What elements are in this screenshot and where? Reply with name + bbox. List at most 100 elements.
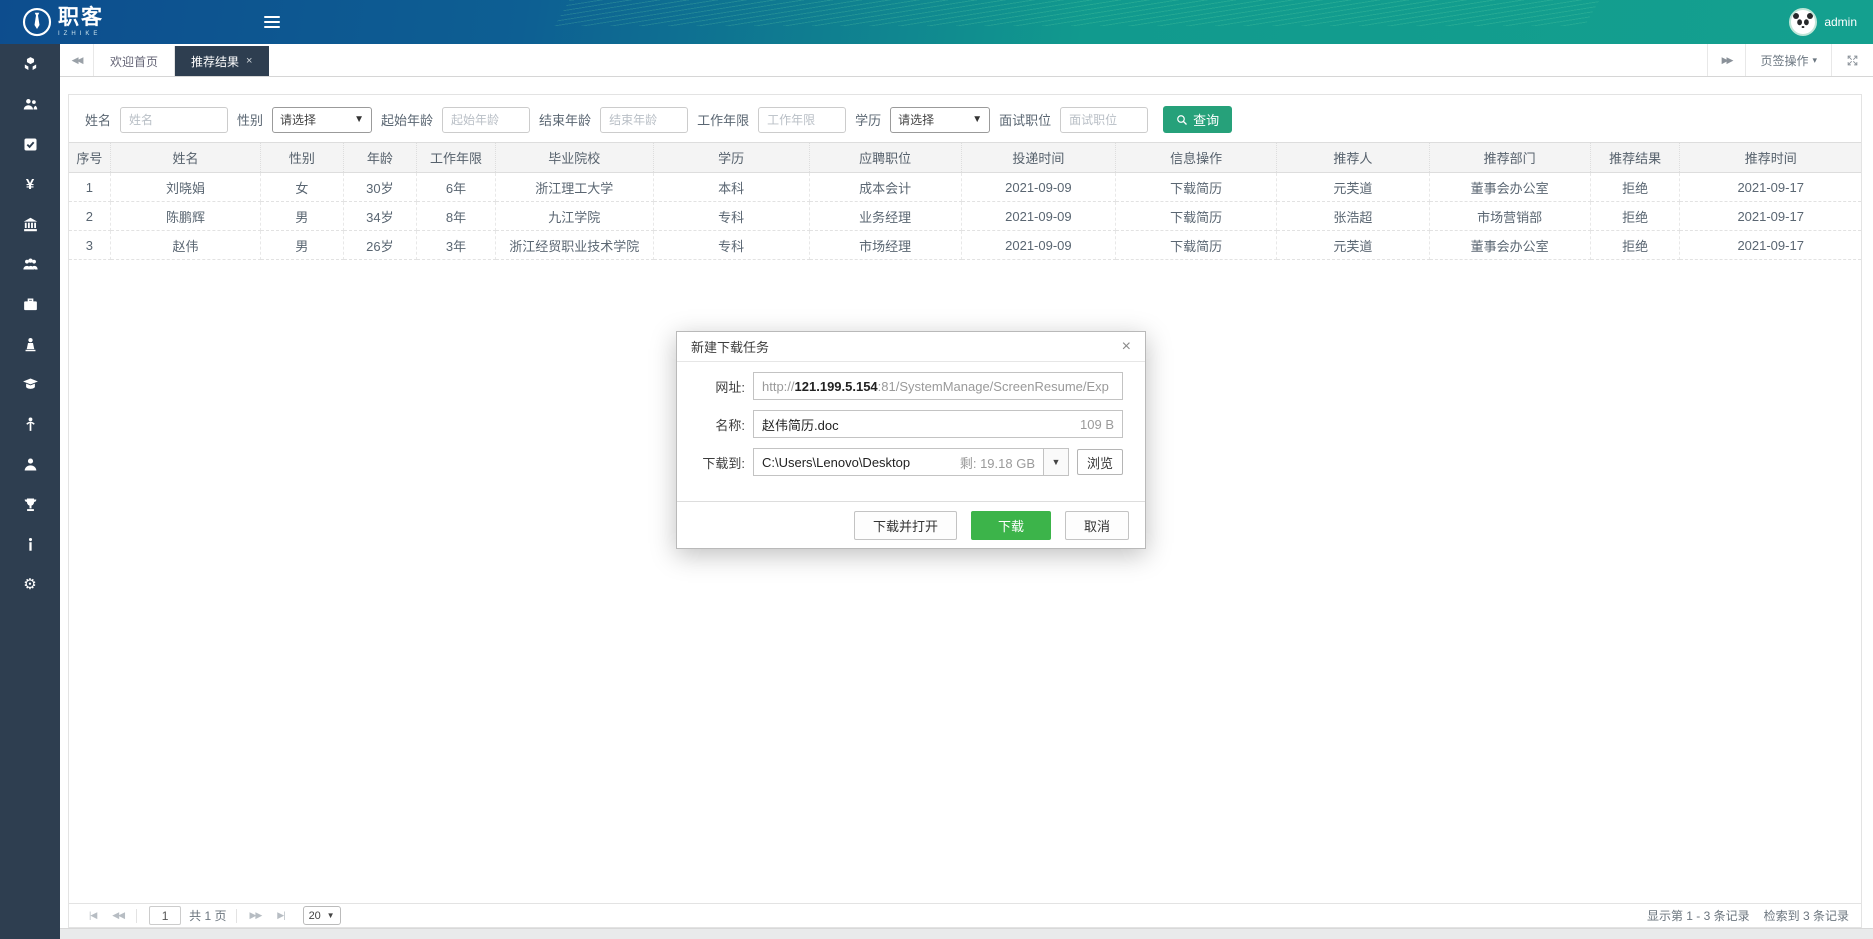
table-header-row: 序号姓名性别年龄工作年限毕业院校学历应聘职位投递时间信息操作推荐人推荐部门推荐结… [69, 143, 1861, 173]
users-icon [22, 96, 39, 113]
download-resume-link[interactable]: 下载简历 [1115, 173, 1276, 202]
sidebar-item-person-arms-icon[interactable] [0, 404, 60, 444]
yen-icon: ¥ [26, 177, 34, 192]
bank-icon [22, 216, 39, 233]
sidebar-item-users-icon[interactable] [0, 84, 60, 124]
browse-button[interactable]: 浏览 [1077, 449, 1123, 475]
table-cell: 元芙道 [1277, 231, 1429, 260]
download-button[interactable]: 下载 [971, 511, 1051, 540]
table-cell: 浙江理工大学 [495, 173, 653, 202]
tab-bar: ◀◀ 欢迎首页 推荐结果 × ▶▶ 页签操作 ▾ [60, 44, 1873, 77]
download-resume-link[interactable]: 下载简历 [1115, 231, 1276, 260]
sidebar-nav: ¥⚙ [0, 44, 60, 939]
url-host: 121.199.5.154 [795, 379, 878, 394]
education-select[interactable]: 请选择 ▼ [890, 107, 990, 133]
filter-label-start-age: 起始年龄 [381, 110, 433, 129]
name-filter-input[interactable] [120, 107, 228, 133]
gender-select-value: 请选择 [280, 111, 316, 128]
tab-recommend-results[interactable]: 推荐结果 × [175, 46, 269, 76]
filter-label-interview-position: 面试职位 [999, 110, 1051, 129]
table-cell: 2021-09-09 [961, 202, 1115, 231]
sidebar-item-check-square-icon[interactable] [0, 124, 60, 164]
column-header: 推荐部门 [1429, 143, 1590, 173]
sidebar-item-trophy-icon[interactable] [0, 484, 60, 524]
destination-input[interactable]: C:\Users\Lenovo\Desktop 剩: 19.18 GB [753, 448, 1043, 476]
briefcase-icon [22, 296, 39, 313]
end-age-input[interactable] [600, 107, 688, 133]
sidebar-item-user-icon[interactable] [0, 444, 60, 484]
dialog-title: 新建下载任务 [691, 337, 769, 356]
prev-page-icon[interactable]: ◀◀ [104, 910, 132, 921]
download-and-open-button[interactable]: 下载并打开 [854, 511, 957, 540]
tie-logo-icon [22, 7, 52, 37]
username-label[interactable]: admin [1824, 15, 1857, 29]
sidebar-item-info-icon[interactable] [0, 524, 60, 564]
work-years-input[interactable] [758, 107, 846, 133]
start-age-input[interactable] [442, 107, 530, 133]
first-page-icon[interactable]: |◀ [81, 910, 104, 921]
sidebar-item-cubes-icon[interactable] [0, 44, 60, 84]
interview-position-input[interactable] [1060, 107, 1148, 133]
table-cell: 浙江经贸职业技术学院 [495, 231, 653, 260]
table-cell: 市场经理 [809, 231, 961, 260]
table-cell: 刘晓娟 [110, 173, 261, 202]
destination-dropdown-icon[interactable]: ▼ [1043, 448, 1069, 476]
filename-input[interactable]: 赵伟简历.doc 109 B [753, 410, 1123, 438]
table-cell: 专科 [653, 202, 809, 231]
table-cell: 8年 [417, 202, 496, 231]
gears-icon: ⚙ [23, 577, 36, 592]
dialog-close-icon[interactable]: × [1122, 339, 1131, 355]
sidebar-item-team-icon[interactable] [0, 244, 60, 284]
scroll-tabs-right-icon[interactable]: ▶▶ [1707, 44, 1746, 76]
panda-avatar-icon [1791, 10, 1815, 34]
table-cell: 女 [261, 173, 343, 202]
column-header: 推荐人 [1277, 143, 1429, 173]
records-summary: 显示第 1 - 3 条记录 [1647, 907, 1750, 924]
column-header: 应聘职位 [809, 143, 961, 173]
search-button-label: 查询 [1193, 110, 1219, 129]
table-cell: 拒绝 [1590, 202, 1680, 231]
menu-toggle-icon[interactable] [264, 13, 280, 31]
table-cell: 市场营销部 [1429, 202, 1590, 231]
url-input[interactable]: http://121.199.5.154:81/SystemManage/Scr… [753, 372, 1123, 400]
scroll-tabs-left-icon[interactable]: ◀◀ [60, 44, 94, 76]
tab-operations-dropdown[interactable]: 页签操作 ▾ [1745, 44, 1831, 76]
logo-subtext: IZHIKE [58, 31, 104, 37]
download-resume-link[interactable]: 下载简历 [1115, 202, 1276, 231]
filename-value: 赵伟简历.doc [762, 415, 839, 434]
table-row: 2陈鹏辉男34岁8年九江学院专科业务经理2021-09-09下载简历张浩超市场营… [69, 202, 1861, 231]
sidebar-item-graduation-cap-icon[interactable] [0, 364, 60, 404]
page-size-value: 20 [309, 910, 321, 922]
table-cell: 3年 [417, 231, 496, 260]
table-cell: 2021-09-09 [961, 231, 1115, 260]
page-number-input[interactable] [149, 906, 181, 925]
close-tab-icon[interactable]: × [246, 55, 252, 67]
logo-text: 职客 [58, 7, 104, 28]
avatar[interactable] [1789, 8, 1817, 36]
file-size-label: 109 B [1080, 417, 1114, 432]
table-cell: 2 [69, 202, 110, 231]
sidebar-item-speaker-icon[interactable] [0, 324, 60, 364]
dialog-footer: 下载并打开 下载 取消 [677, 501, 1145, 548]
sidebar-item-briefcase-icon[interactable] [0, 284, 60, 324]
url-label: 网址: [677, 377, 753, 396]
sidebar-item-yen-icon[interactable]: ¥ [0, 164, 60, 204]
filter-label-work-years: 工作年限 [697, 110, 749, 129]
tab-operations-label: 页签操作 [1760, 52, 1808, 69]
gender-select[interactable]: 请选择 ▼ [272, 107, 372, 133]
next-page-icon[interactable]: ▶▶ [241, 910, 269, 921]
fullscreen-icon[interactable] [1831, 44, 1873, 76]
sidebar-item-bank-icon[interactable] [0, 204, 60, 244]
records-found: 检索到 3 条记录 [1764, 907, 1849, 924]
search-button[interactable]: 查询 [1163, 106, 1232, 133]
table-cell: 1 [69, 173, 110, 202]
table-cell: 张浩超 [1277, 202, 1429, 231]
tab-welcome[interactable]: 欢迎首页 [94, 46, 175, 76]
sidebar-item-gears-icon[interactable]: ⚙ [0, 564, 60, 604]
cancel-button[interactable]: 取消 [1065, 511, 1129, 540]
last-page-icon[interactable]: ▶| [269, 910, 292, 921]
page-size-select[interactable]: 20 ▼ [303, 906, 341, 925]
graduation-cap-icon [22, 376, 39, 393]
table-cell: 2021-09-17 [1680, 231, 1861, 260]
chevron-down-icon: ▼ [327, 911, 335, 920]
